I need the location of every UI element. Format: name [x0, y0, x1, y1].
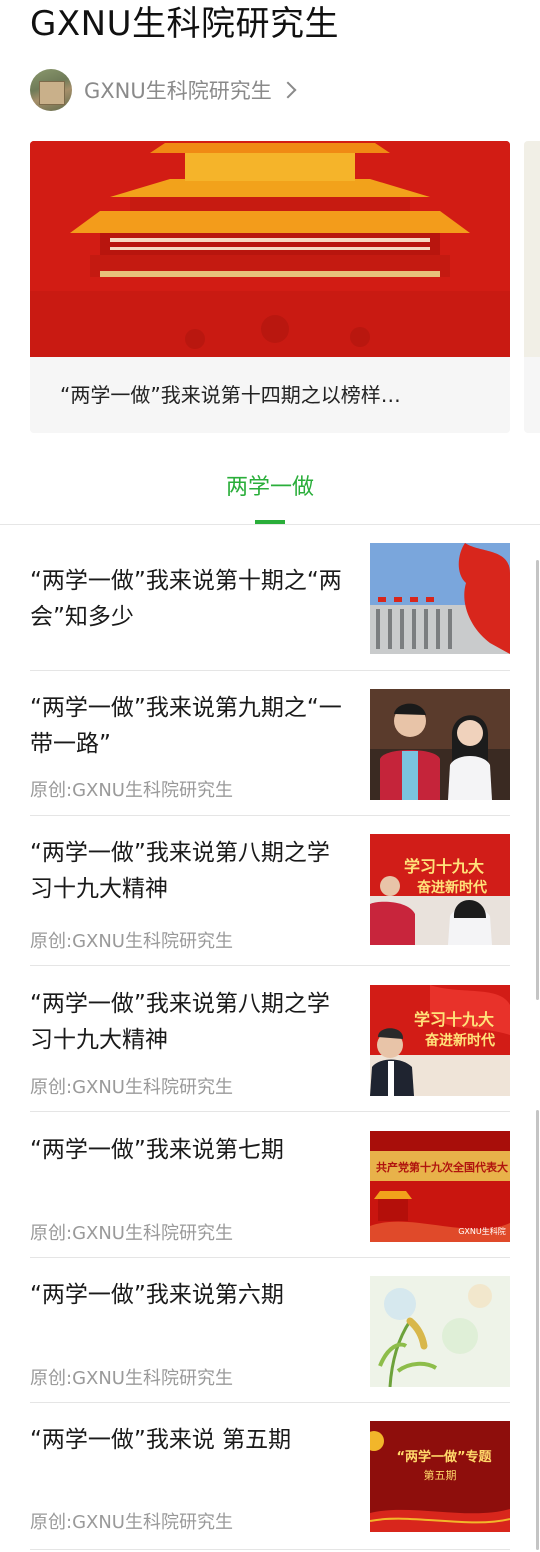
- account-link[interactable]: GXNU生科院研究生: [30, 68, 330, 112]
- avatar: [30, 69, 72, 111]
- scrollbar[interactable]: [536, 560, 539, 1000]
- list-item[interactable]: “两学一做”我来说第十期之“两会”知多少: [30, 543, 510, 671]
- article-source: 原创:GXNU生科院研究生: [30, 1077, 233, 1098]
- article-source: 原创:GXNU生科院研究生: [30, 1223, 233, 1244]
- list-item[interactable]: “两学一做”我来说 第五期 原创:GXNU生科院研究生 “两学一做”专题 第五期: [30, 1420, 510, 1550]
- banner-text: 第五期: [424, 1468, 457, 1482]
- article-title: “两学一做”我来说第九期之“一带一路”: [30, 695, 342, 757]
- article-source: 原创:GXNU生科院研究生: [30, 1368, 233, 1389]
- featured-image: [30, 141, 510, 357]
- tab-label: 两学一做: [225, 475, 314, 500]
- banner-text: 奋进新时代: [416, 879, 487, 896]
- watermark-text: GXNU生科院: [458, 1226, 506, 1236]
- article-title: “两学一做”我来说第八期之学习十九大精神: [30, 840, 330, 902]
- account-name: GXNU生科院研究生: [84, 79, 272, 103]
- chevron-right-icon: [279, 81, 297, 99]
- article-source: 原创:GXNU生科院研究生: [30, 780, 233, 801]
- article-title: “两学一做”我来说第六期: [30, 1282, 284, 1308]
- tab-divider: [0, 524, 540, 525]
- article-source: 原创:GXNU生科院研究生: [30, 1512, 233, 1533]
- article-thumbnail: [370, 1276, 510, 1387]
- divider: [30, 815, 510, 816]
- banner-text: 奋进新时代: [424, 1032, 495, 1049]
- scrollbar[interactable]: [536, 1110, 539, 1550]
- list-item[interactable]: “两学一做”我来说第六期 原创:GXNU生科院研究生: [30, 1275, 510, 1403]
- article-title: “两学一做”我来说第七期: [30, 1137, 284, 1163]
- divider: [30, 1257, 510, 1258]
- banner-text: 学习十九大: [404, 857, 484, 876]
- next-carousel-card[interactable]: [524, 141, 540, 433]
- article-thumbnail: [370, 689, 510, 800]
- divider: [30, 670, 510, 671]
- banner-text: 共产党第十九次全国代表大: [376, 1160, 508, 1174]
- page-title: GXNU生科院研究生: [30, 4, 339, 44]
- divider: [30, 1549, 510, 1550]
- article-thumbnail: [370, 543, 510, 654]
- list-item[interactable]: “两学一做”我来说第八期之学习十九大精神 原创:GXNU生科院研究生 学习十九大…: [30, 984, 510, 1112]
- article-thumbnail: 学习十九大 奋进新时代: [370, 985, 510, 1096]
- list-item[interactable]: “两学一做”我来说第九期之“一带一路” 原创:GXNU生科院研究生: [30, 688, 510, 816]
- article-title: “两学一做”我来说第八期之学习十九大精神: [30, 991, 330, 1053]
- divider: [30, 1402, 510, 1403]
- article-thumbnail: “两学一做”专题 第五期: [370, 1421, 510, 1532]
- article-source: 原创:GXNU生科院研究生: [30, 931, 233, 952]
- banner-text: “两学一做”专题: [396, 1449, 492, 1465]
- featured-caption: “两学一做”我来说第十四期之以榜样…: [30, 357, 510, 433]
- list-item[interactable]: “两学一做”我来说第七期 原创:GXNU生科院研究生 共产党第十九次全国代表大 …: [30, 1130, 510, 1258]
- divider: [30, 1111, 510, 1112]
- list-item[interactable]: “两学一做”我来说第八期之学习十九大精神 原创:GXNU生科院研究生 学习十九大…: [30, 833, 510, 966]
- article-title: “两学一做”我来说第十期之“两会”知多少: [30, 568, 342, 630]
- banner-text: 学习十九大: [414, 1010, 494, 1029]
- tab-two-studies-one-action[interactable]: 两学一做: [200, 466, 340, 526]
- article-title: “两学一做”我来说 第五期: [30, 1427, 292, 1453]
- article-thumbnail: 共产党第十九次全国代表大 GXNU生科院: [370, 1131, 510, 1242]
- article-thumbnail: 学习十九大 奋进新时代: [370, 834, 510, 945]
- featured-carousel-card[interactable]: “两学一做”我来说第十四期之以榜样…: [30, 141, 510, 433]
- divider: [30, 965, 510, 966]
